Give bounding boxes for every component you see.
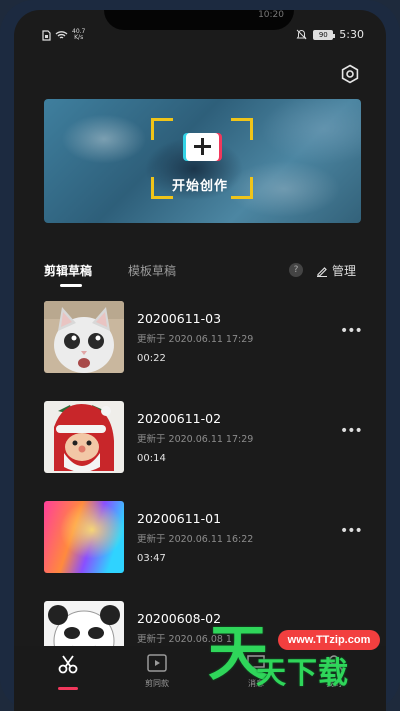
tab-active-indicator xyxy=(60,284,82,287)
nav-profile-label: 我的 xyxy=(326,679,342,688)
draft-thumbnail-cat xyxy=(44,301,124,373)
status-bar: 40.7 K/s 90 5:30 xyxy=(14,24,386,46)
draft-item[interactable]: 20200611-02 更新于 2020.06.11 17:29 00:14 •… xyxy=(44,401,363,473)
profile-icon xyxy=(325,655,343,672)
draft-updated-time: 更新于 2020.06.11 17:29 xyxy=(137,334,254,345)
draft-thumbnail-gradient xyxy=(44,501,124,573)
help-icon[interactable]: ? xyxy=(289,263,303,277)
draft-updated-time: 更新于 2020.06.11 17:29 xyxy=(137,434,254,445)
draft-duration: 00:22 xyxy=(137,353,166,364)
frame-corner xyxy=(151,118,173,140)
draft-tabs: 剪辑草稿 模板草稿 ? 管理 xyxy=(44,262,361,292)
more-options-icon[interactable]: ••• xyxy=(340,523,363,539)
nav-active-indicator xyxy=(58,687,78,690)
battery-icon: 90 xyxy=(313,29,336,40)
draft-updated-time: 更新于 2020.06.08 1 xyxy=(137,634,232,645)
draft-name: 20200611-01 xyxy=(137,511,222,526)
wifi-icon xyxy=(55,31,68,39)
draft-name: 20200608-02 xyxy=(137,611,222,626)
draft-item[interactable]: 20200611-03 更新于 2020.06.11 17:29 00:22 •… xyxy=(44,301,363,373)
manage-button[interactable]: 管理 xyxy=(316,262,356,279)
network-speed: 40.7 K/s xyxy=(72,29,85,41)
nav-edit[interactable] xyxy=(38,654,98,680)
draft-duration: 00:14 xyxy=(137,453,166,464)
nav-templates[interactable]: 剪同款 xyxy=(127,654,187,689)
sim-icon xyxy=(42,29,51,41)
nav-profile[interactable]: 我的 xyxy=(304,654,364,689)
start-creating-label: 开始创作 xyxy=(172,179,229,194)
tab-template-drafts[interactable]: 模板草稿 xyxy=(128,262,176,279)
more-options-icon[interactable]: ••• xyxy=(340,323,363,339)
nav-messages[interactable]: 消息 xyxy=(226,654,286,689)
more-options-icon[interactable]: ••• xyxy=(340,423,363,439)
settings-icon[interactable] xyxy=(340,64,360,84)
scissors-icon xyxy=(58,655,78,674)
status-time: 5:30 xyxy=(339,28,364,41)
network-speed-unit: K/s xyxy=(74,34,84,41)
start-creating-banner[interactable]: 开始创作 xyxy=(44,99,361,223)
draft-updated-time: 更新于 2020.06.11 16:22 xyxy=(137,534,254,545)
phone-frame: 10:20 40.7 K/s 90 5:30 开始创作 剪辑草稿 模板草稿 ? … xyxy=(0,0,400,711)
bottom-navigation: 剪同款 消息 我的 xyxy=(14,646,386,711)
plus-icon xyxy=(186,133,219,161)
edit-icon xyxy=(317,266,327,277)
frame-corner xyxy=(151,177,173,199)
frame-corner xyxy=(231,118,253,140)
mute-icon xyxy=(296,29,307,40)
notch-time: 10:20 xyxy=(258,10,284,20)
manage-label: 管理 xyxy=(332,264,357,278)
draft-name: 20200611-02 xyxy=(137,411,222,426)
message-icon xyxy=(247,655,265,672)
nav-messages-label: 消息 xyxy=(248,679,264,688)
app-screen: 10:20 40.7 K/s 90 5:30 开始创作 剪辑草稿 模板草稿 ? … xyxy=(14,10,386,711)
draft-item[interactable]: 20200611-01 更新于 2020.06.11 16:22 03:47 •… xyxy=(44,501,363,573)
template-icon xyxy=(147,654,167,672)
draft-name: 20200611-03 xyxy=(137,311,222,326)
draft-duration: 03:47 xyxy=(137,553,166,564)
nav-templates-label: 剪同款 xyxy=(145,679,169,688)
draft-thumbnail-santa xyxy=(44,401,124,473)
tab-edit-drafts[interactable]: 剪辑草稿 xyxy=(44,262,92,279)
